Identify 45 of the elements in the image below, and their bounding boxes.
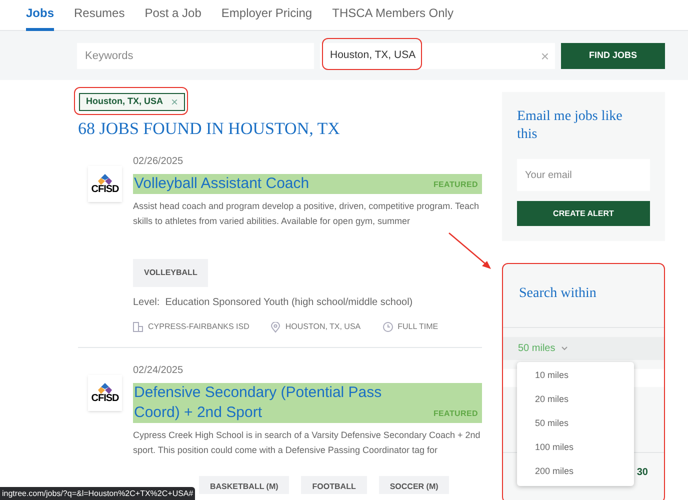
- employer-name: CYPRESS-FAIRBANKS ISD: [148, 321, 250, 333]
- sport-tag[interactable]: BASKETBALL (M): [199, 476, 290, 494]
- nav-tab[interactable]: Resumes: [74, 0, 125, 31]
- create-alert-button[interactable]: CREATE ALERT: [517, 201, 650, 226]
- nav-tab[interactable]: Post a Job: [144, 0, 202, 31]
- annotation-arrow: [448, 232, 492, 270]
- results-heading: 68 JOBS FOUND IN HOUSTON, TX: [78, 119, 341, 139]
- job-title-link[interactable]: Volleyball Assistant Coach: [134, 174, 318, 194]
- status-url-tooltip: ingtree.com/jobs/?q=&l=Houston%2C+TX%2C+USA#: [0, 487, 196, 500]
- job-type: FULL TIME: [398, 321, 438, 333]
- email-field[interactable]: Your email: [517, 159, 650, 191]
- featured-label: FEATURED: [433, 408, 479, 420]
- job-description: Assist head coach and program develop a positive, driven, competitive program. Teach skills to athletes from varied abilities. Available for open gym, summer: [133, 200, 480, 228]
- location-value: Houston, TX, USA: [329, 48, 416, 63]
- filter-chip[interactable]: Houston, TX, USA ×: [79, 93, 186, 111]
- distance-option[interactable]: 200 miles: [517, 460, 634, 484]
- clock-icon: [382, 322, 393, 332]
- search-within-title: Search within: [518, 285, 598, 303]
- result-count: 30: [636, 466, 648, 480]
- job-date: 02/26/2025: [133, 155, 184, 169]
- location-pin-icon: [271, 322, 280, 332]
- job-level: Level: Education Sponsored Youth (high school/middle school): [133, 296, 414, 310]
- logo-text: CFISD: [91, 184, 119, 194]
- job-date: 02/24/2025: [133, 364, 184, 378]
- distance-option[interactable]: 100 miles: [517, 436, 634, 460]
- keywords-field[interactable]: Keywords: [77, 42, 314, 68]
- building-icon: [133, 322, 143, 332]
- find-jobs-button[interactable]: FIND JOBS: [561, 42, 665, 68]
- job-location: HOUSTON, TX, USA: [285, 321, 361, 333]
- diamond-logo-icon: [98, 174, 112, 184]
- job-description: Cypress Creek High School is in search of a Varsity Defensive Secondary Coach + 2nd sport. This position could come with a Defensive Passing Coordinator tag for: [133, 429, 482, 457]
- nav-tab[interactable]: Employer Pricing: [221, 0, 312, 31]
- alert-title: Email me jobs like this: [517, 108, 624, 144]
- nav-tab[interactable]: THSCA Members Only: [332, 0, 454, 31]
- featured-label: FEATURED: [433, 179, 479, 191]
- sport-tag[interactable]: SOCCER (M): [378, 476, 450, 494]
- distance-option[interactable]: 20 miles: [517, 388, 634, 412]
- logo-text: CFISD: [91, 394, 119, 404]
- chevron-down-icon: [561, 346, 568, 351]
- distance-option[interactable]: 10 miles: [517, 364, 634, 388]
- job-title-link[interactable]: Defensive Secondary (Potential Pass Coord) + 2nd Sport: [134, 383, 434, 423]
- sport-tag[interactable]: VOLLEYBALL: [133, 259, 208, 287]
- distance-option[interactable]: 50 miles: [517, 412, 634, 436]
- diamond-logo-icon: [98, 382, 112, 394]
- sport-tag[interactable]: FOOTBALL: [301, 476, 367, 494]
